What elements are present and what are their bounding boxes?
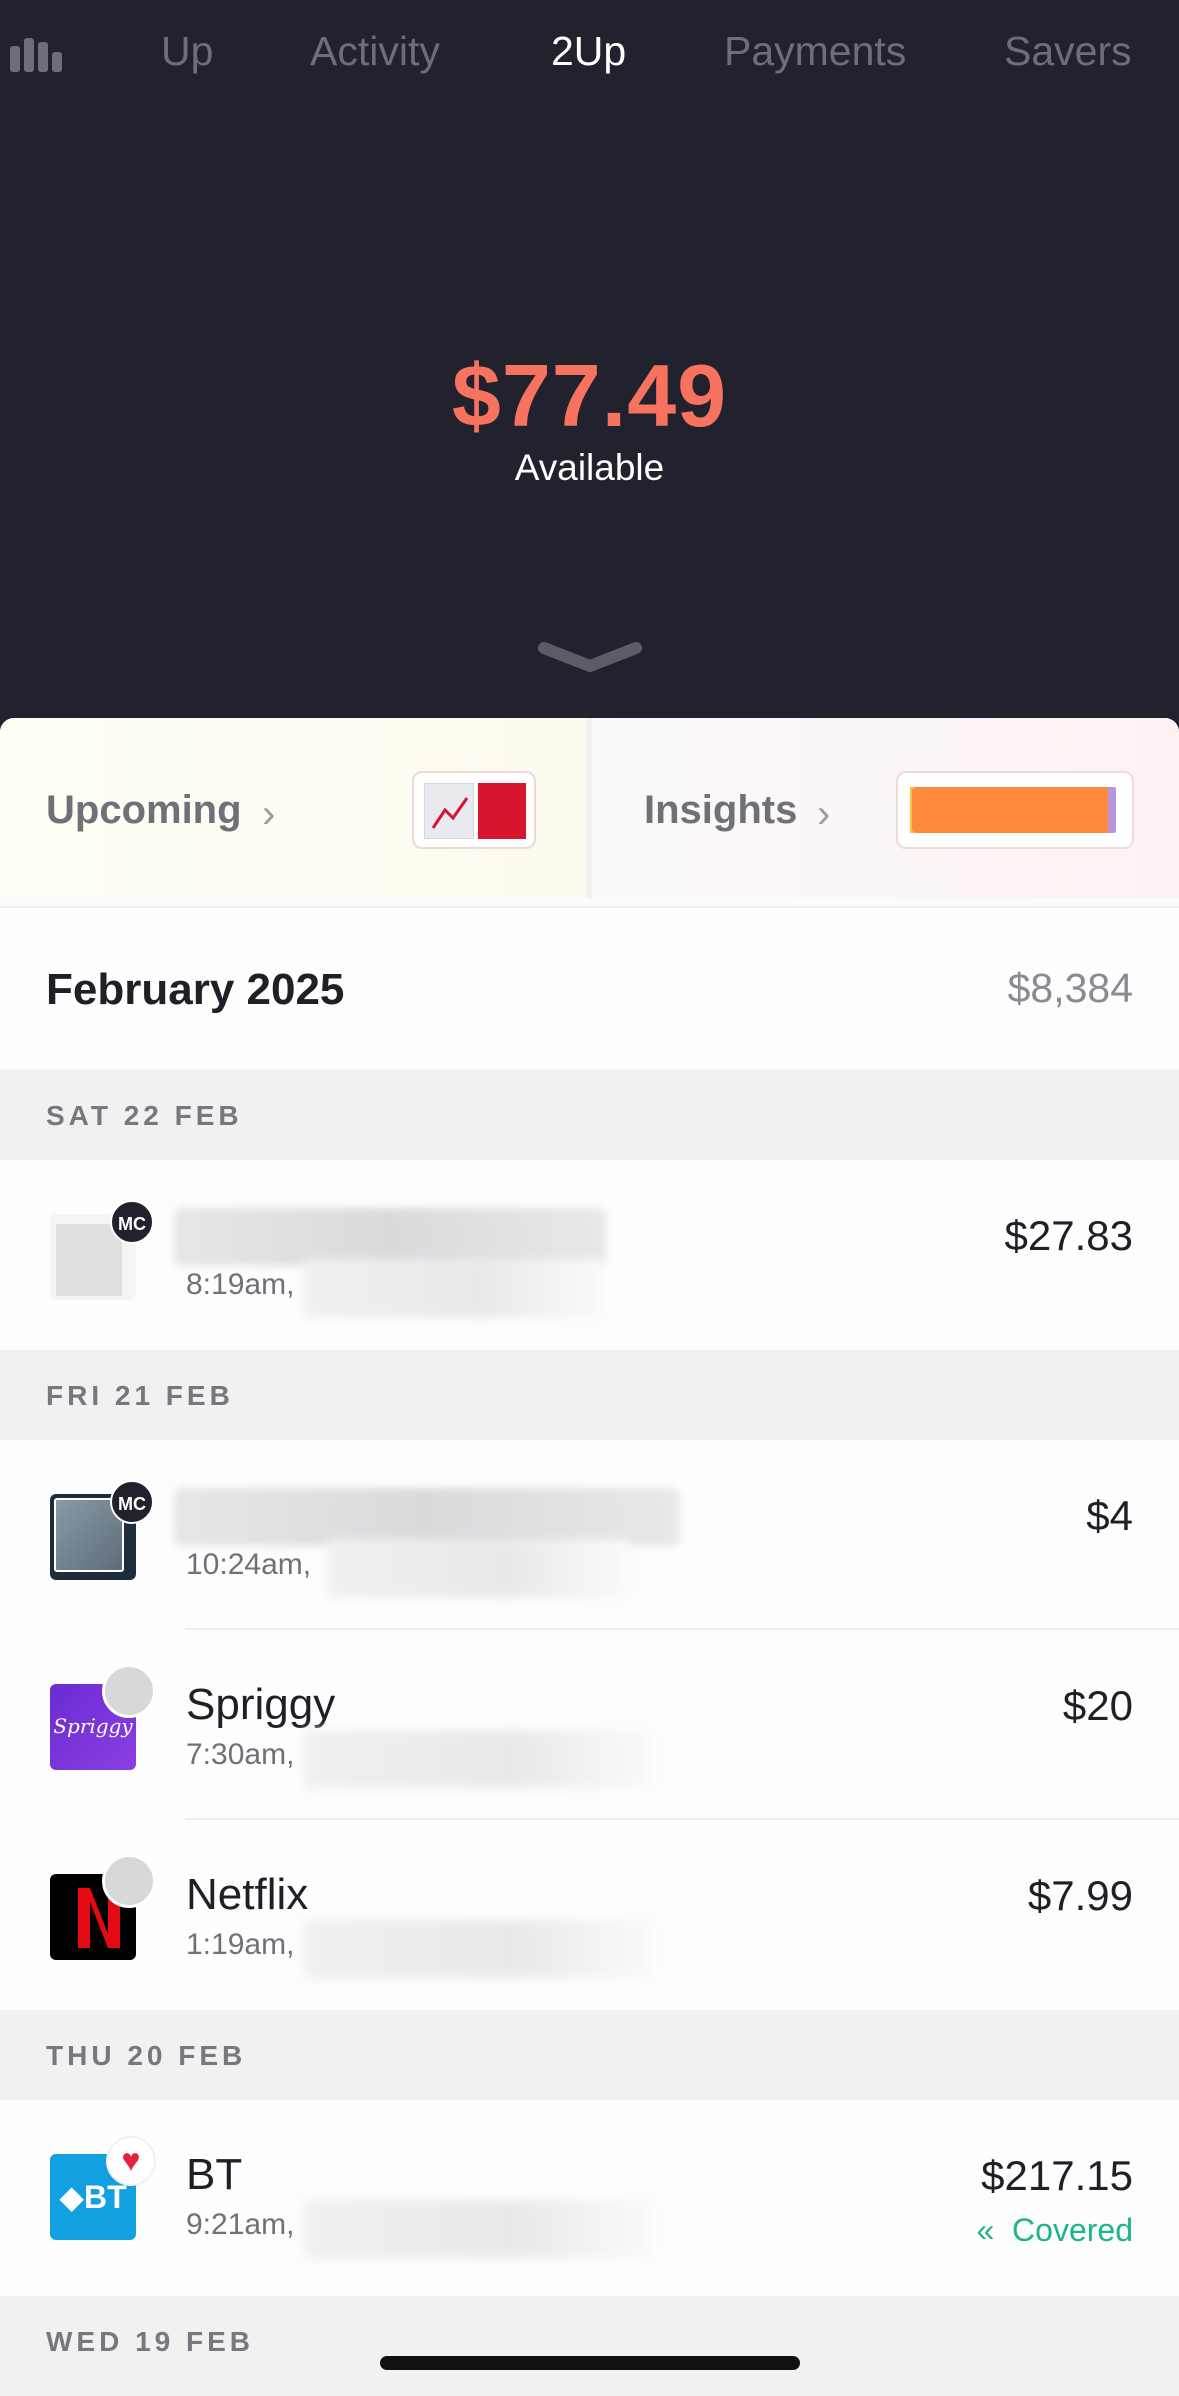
transaction-time: 8:19am, bbox=[186, 1268, 295, 1301]
day-label: WED 19 FEB bbox=[46, 2326, 255, 2357]
transaction-row[interactable]: Netflix 1:19am, $7.99 bbox=[0, 1820, 1179, 2010]
transaction-time: 10:24am, bbox=[186, 1548, 312, 1581]
upcoming-thumbnail bbox=[412, 771, 536, 849]
transaction-row[interactable]: ◆BT ♥ BT 9:21am, $217.15 « Covered bbox=[0, 2100, 1179, 2296]
month-summary: February 2025 $8,384 bbox=[0, 906, 1179, 1068]
redacted-details bbox=[304, 2200, 654, 2258]
balance-label: Available bbox=[514, 447, 665, 488]
day-label: THU 20 FEB bbox=[46, 2040, 247, 2071]
transaction-amount: $217.15 bbox=[981, 2152, 1133, 2199]
upcoming-label: Upcoming bbox=[46, 788, 242, 832]
redacted-details bbox=[304, 1260, 604, 1318]
covered-label: Covered bbox=[1012, 2212, 1133, 2248]
tab-savers[interactable]: Savers bbox=[1004, 28, 1132, 75]
chevron-down-icon[interactable] bbox=[538, 640, 642, 674]
transaction-time: 1:19am, bbox=[186, 1928, 295, 1961]
day-header: WED 19 FEB bbox=[0, 2296, 1179, 2396]
member-avatar bbox=[102, 1664, 156, 1718]
merchant-name: Netflix bbox=[186, 1870, 309, 1919]
tab-up[interactable]: Up bbox=[161, 28, 213, 75]
heart-icon: ♥ bbox=[106, 2136, 156, 2186]
tab-payments[interactable]: Payments bbox=[724, 28, 906, 75]
transaction-row[interactable]: Spriggy Spriggy 7:30am, $20 bbox=[0, 1630, 1179, 1820]
month-total: $8,384 bbox=[1007, 965, 1133, 1011]
insights-bar-segment bbox=[1108, 787, 1116, 833]
redacted-merchant bbox=[174, 1208, 606, 1266]
transaction-time: 9:21am, bbox=[186, 2208, 295, 2241]
chevron-right-icon: › bbox=[262, 792, 276, 836]
activity-sheet: Upcoming › Insights › February 2025 $8,3… bbox=[0, 718, 1179, 2396]
transaction-amount: $20 bbox=[1062, 1682, 1133, 1729]
insights-bar bbox=[912, 787, 1112, 833]
card-badge: MC bbox=[110, 1480, 154, 1524]
merchant-name: Spriggy bbox=[186, 1680, 336, 1729]
summary-cards: Upcoming › Insights › bbox=[0, 718, 1179, 898]
day-header: FRI 21 FEB bbox=[0, 1350, 1179, 1440]
insights-thumbnail bbox=[896, 771, 1134, 849]
merchant-name: BT bbox=[186, 2150, 243, 2199]
home-indicator[interactable] bbox=[380, 2356, 800, 2370]
transaction-amount: $7.99 bbox=[1027, 1872, 1133, 1919]
tab-bar: Up Activity 2Up Payments Savers bbox=[0, 0, 1179, 110]
redacted-details bbox=[304, 1730, 654, 1788]
transaction-amount: $4 bbox=[1086, 1492, 1133, 1539]
redacted-details bbox=[304, 1920, 654, 1978]
day-label: SAT 22 FEB bbox=[46, 1100, 243, 1131]
day-header: THU 20 FEB bbox=[0, 2010, 1179, 2100]
member-avatar bbox=[102, 1854, 156, 1908]
tab-activity[interactable]: Activity bbox=[310, 28, 440, 75]
graph-icon bbox=[424, 783, 474, 839]
chevron-right-icon: › bbox=[817, 792, 831, 836]
insights-label: Insights bbox=[644, 788, 798, 832]
month-title: February 2025 bbox=[46, 965, 345, 1014]
double-arrow-left-icon: « bbox=[976, 2212, 995, 2248]
top-panel: Up Activity 2Up Payments Savers $77.49 A… bbox=[0, 0, 1179, 740]
upcoming-card[interactable]: Upcoming › bbox=[0, 718, 586, 898]
transaction-row[interactable]: MC 8:19am, $27.83 bbox=[0, 1160, 1179, 1350]
tab-2up[interactable]: 2Up bbox=[551, 28, 626, 75]
merchant-logo-icon bbox=[478, 783, 526, 839]
covered-status: « Covered bbox=[976, 2212, 1133, 2249]
day-header: SAT 22 FEB bbox=[0, 1070, 1179, 1160]
transaction-time: 7:30am, bbox=[186, 1738, 295, 1771]
transaction-amount: $27.83 bbox=[1004, 1212, 1133, 1259]
transaction-row[interactable]: MC 10:24am, $4 bbox=[0, 1440, 1179, 1630]
redacted-details bbox=[328, 1540, 630, 1598]
balance-amount: $77.49 bbox=[451, 346, 728, 445]
card-badge: MC bbox=[110, 1200, 154, 1244]
redacted-merchant bbox=[174, 1488, 680, 1546]
day-label: FRI 21 FEB bbox=[46, 1380, 234, 1411]
bar-chart-icon[interactable] bbox=[10, 36, 66, 72]
